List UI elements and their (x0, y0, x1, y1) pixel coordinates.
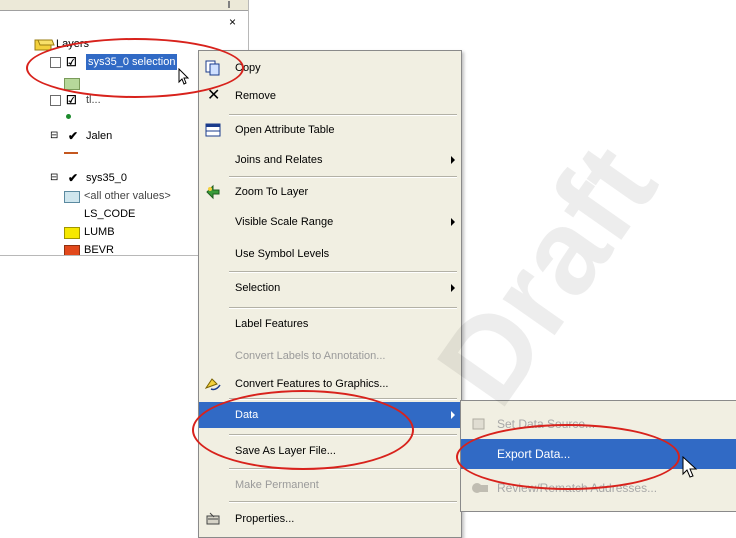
legend-field-name: LS_CODE (84, 208, 136, 220)
convert-graphics-icon (205, 378, 221, 391)
layer-expand-box[interactable] (50, 95, 61, 106)
address-icon (472, 483, 488, 493)
menu-item-visible-scale-range[interactable]: Visible Scale Range (199, 209, 461, 235)
point-symbol-icon (66, 114, 71, 119)
menu-item-label-features[interactable]: Label Features (199, 311, 461, 337)
annotation-ring-data-item (192, 390, 414, 470)
menu-item-convert-labels-to-annotation: Convert Labels to Annotation... (199, 343, 461, 369)
zoom-to-layer-icon (206, 184, 220, 200)
menu-separator (229, 468, 457, 470)
menu-separator (229, 114, 457, 116)
remove-x-icon: ✕ (207, 87, 221, 104)
menu-item-label: Make Permanent (235, 479, 319, 491)
menu-item-zoom-to-layer[interactable]: Zoom To Layer (199, 179, 461, 205)
table-icon (205, 123, 221, 137)
annotation-ring-export-data (456, 424, 680, 490)
mouse-pointer-icon (682, 456, 698, 478)
menu-item-label: Convert Labels to Annotation... (235, 350, 386, 362)
layer-visibility-checkbox[interactable]: ✔ (68, 130, 78, 142)
menu-item-label: Properties... (235, 513, 295, 525)
menu-item-properties[interactable]: Properties... (199, 506, 461, 532)
menu-item-selection[interactable]: Selection (199, 275, 461, 301)
legend-swatch (64, 191, 80, 203)
menu-item-label: Joins and Relates (235, 154, 323, 166)
menu-item-label: Visible Scale Range (235, 216, 334, 228)
menu-separator (229, 176, 457, 178)
menu-item-use-symbol-levels[interactable]: Use Symbol Levels (199, 241, 461, 267)
menu-item-open-attribute-table[interactable]: Open Attribute Table (199, 117, 461, 143)
close-icon[interactable]: × (229, 16, 236, 28)
layer-label: Jalen (86, 130, 113, 142)
submenu-arrow-icon (451, 156, 455, 164)
layer-label: sys35_0 (86, 172, 127, 184)
toc-header: × (0, 14, 248, 30)
menu-separator (229, 307, 457, 309)
menu-item-remove[interactable]: ✕ Remove (199, 83, 461, 109)
layer-visibility-checkbox[interactable]: ✔ (68, 172, 78, 184)
splitter-handle[interactable] (228, 1, 230, 8)
menu-item-label: Use Symbol Levels (235, 248, 330, 260)
properties-icon (206, 512, 220, 525)
menu-item-label: Zoom To Layer (235, 186, 309, 198)
submenu-arrow-icon (451, 284, 455, 292)
legend-swatch (64, 245, 80, 255)
submenu-arrow-icon (451, 411, 455, 419)
menu-item-joins-and-relates[interactable]: Joins and Relates (199, 147, 461, 173)
menu-separator (229, 271, 457, 273)
line-symbol-icon (64, 152, 78, 154)
legend-label: <all other values> (84, 190, 171, 202)
expand-toggle-icon[interactable]: ⊟ (50, 170, 58, 186)
submenu-arrow-icon (451, 218, 455, 226)
legend-swatch (64, 227, 80, 239)
menu-separator (229, 501, 457, 503)
mouse-pointer-icon (178, 68, 190, 85)
annotation-ring-selected-layer (26, 38, 244, 98)
legend-label: BEVR (84, 244, 114, 256)
menu-item-make-permanent: Make Permanent (199, 472, 461, 498)
expand-toggle-icon[interactable]: ⊟ (50, 128, 58, 144)
layer-visibility-checkbox[interactable]: ☑ (66, 94, 77, 106)
data-source-icon (472, 418, 485, 430)
toc-title-bar (0, 0, 248, 11)
legend-label: LUMB (84, 226, 115, 238)
menu-item-label: Label Features (235, 318, 309, 330)
menu-item-label: Remove (235, 90, 276, 102)
menu-item-label: Open Attribute Table (235, 124, 335, 136)
menu-item-label: Selection (235, 282, 281, 294)
